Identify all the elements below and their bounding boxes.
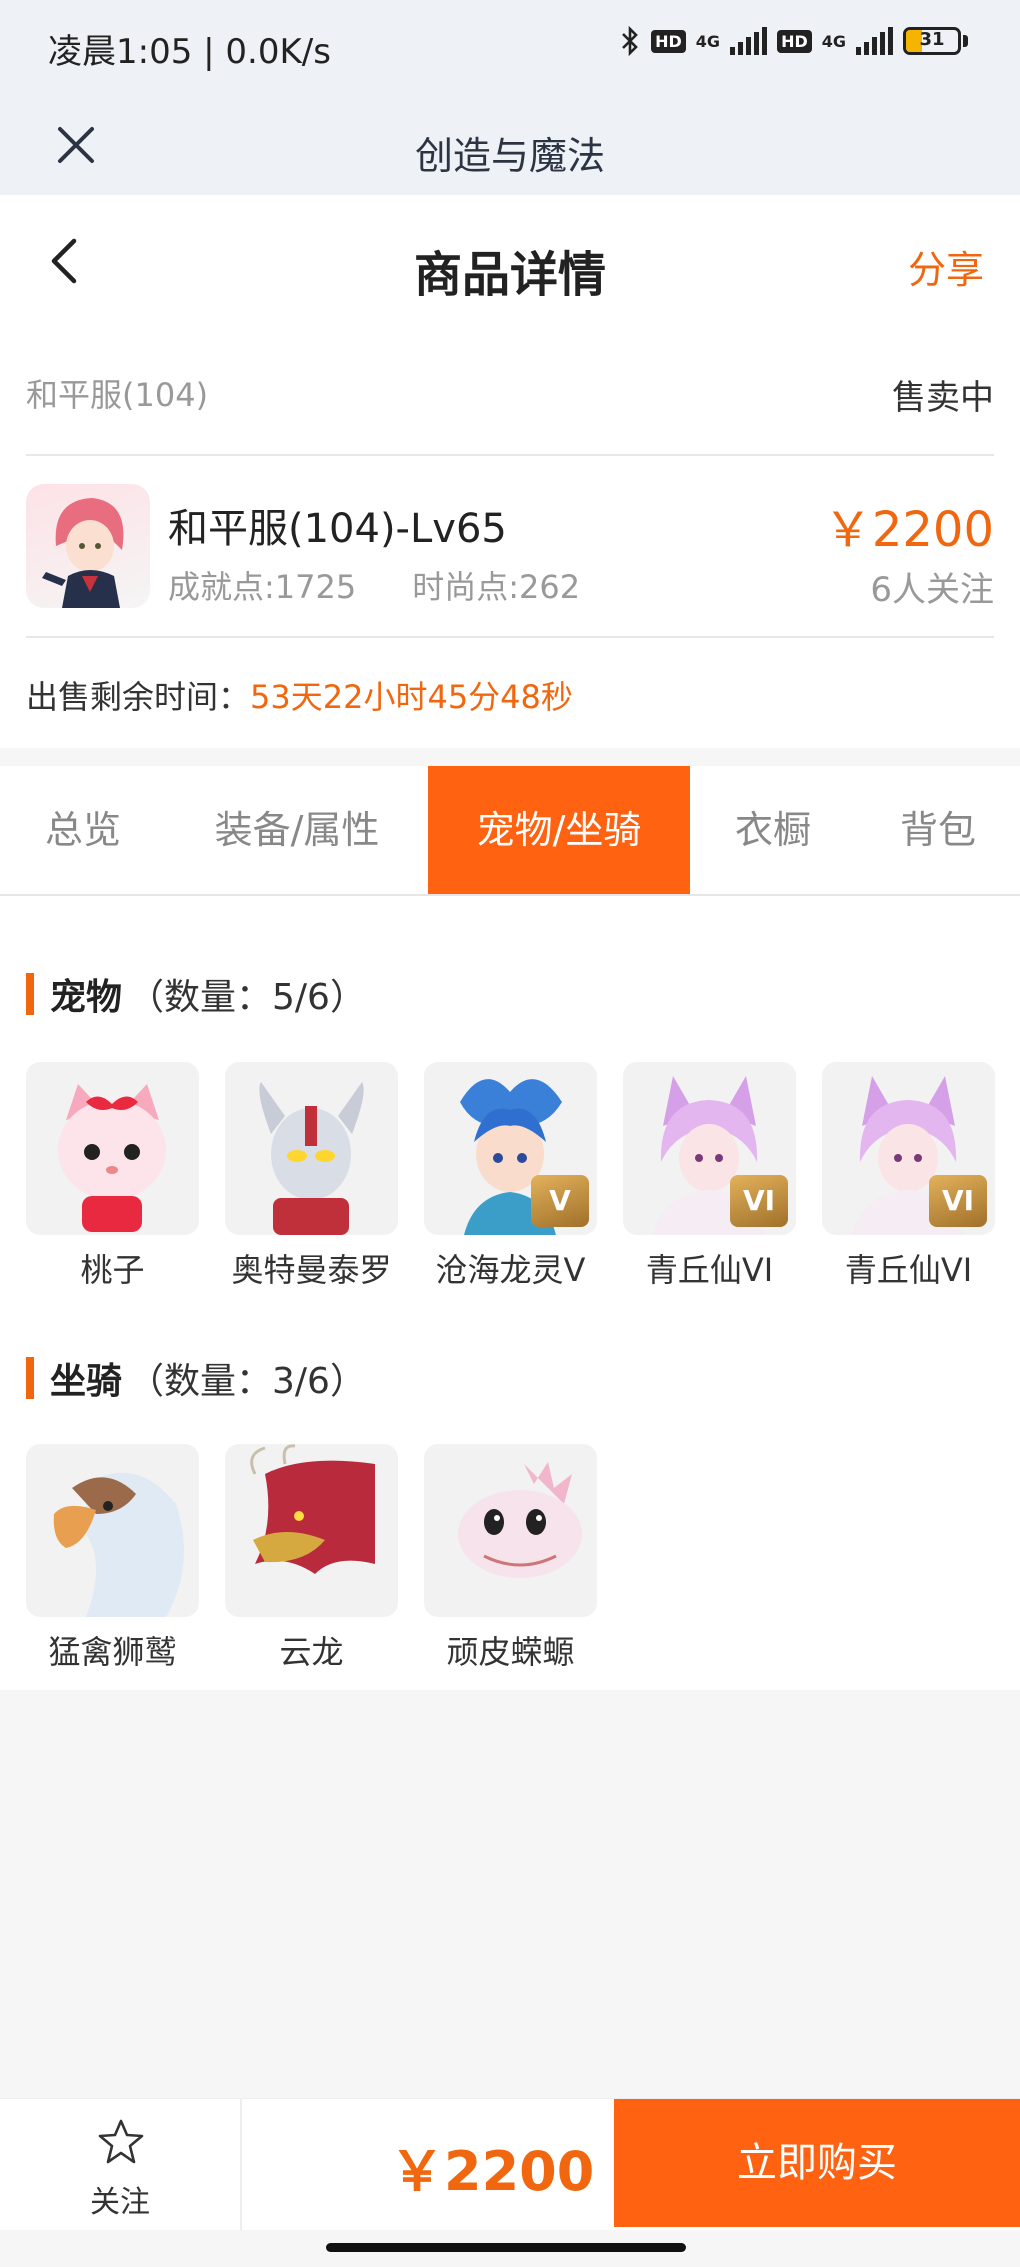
signal-icon-1	[730, 27, 768, 55]
pets-count: （数量：5/6）	[128, 977, 366, 1018]
product-name: 和平服(104)-Lv65	[168, 506, 507, 552]
pet-item[interactable]: V 沧海龙灵V	[424, 1062, 597, 1291]
pet-image: VI	[623, 1062, 796, 1235]
status-time: 凌晨1:05 | 0.0K/s	[48, 32, 331, 72]
hd-badge-1: HD	[651, 29, 686, 53]
tab-wardrobe[interactable]: 衣橱	[690, 766, 856, 894]
sale-status: 售卖中	[892, 378, 994, 418]
pet-name: 桃子	[80, 1251, 145, 1289]
battery-icon: 31	[903, 27, 968, 55]
pet-tier-badge: VI	[730, 1175, 788, 1227]
mount-item[interactable]: 云龙	[225, 1444, 398, 1673]
pet-image	[225, 1062, 398, 1235]
status-icons: HD 4G HD 4G 31	[619, 26, 968, 56]
product-price: ￥2200	[823, 502, 994, 558]
achievement-points: 成就点:1725	[168, 568, 357, 606]
mounts-grid: 猛禽狮鹫 云龙 顽皮蝾螈	[26, 1444, 597, 1673]
mount-image	[225, 1444, 398, 1617]
hd-badge-2: HD	[777, 29, 812, 53]
tab-equipment[interactable]: 装备/属性	[166, 766, 428, 894]
mounts-title: 坐骑	[50, 1361, 123, 1402]
mount-image	[424, 1444, 597, 1617]
pets-title: 宠物	[50, 977, 123, 1018]
pet-name: 青丘仙VI	[844, 1251, 973, 1289]
home-indicator[interactable]	[326, 2243, 686, 2252]
pet-item[interactable]: VI 青丘仙VI	[623, 1062, 796, 1291]
bottom-price: ￥2200	[390, 2140, 595, 2203]
status-bar: 凌晨1:05 | 0.0K/s HD 4G HD 4G 31	[0, 0, 1020, 95]
watcher-count: 6人关注	[870, 570, 994, 610]
fashion-points: 时尚点:262	[412, 568, 581, 606]
star-icon	[98, 2119, 144, 2164]
bluetooth-icon	[622, 26, 638, 56]
network-type-1: 4G	[695, 31, 721, 51]
remaining-time-label: 出售剩余时间：	[26, 678, 251, 716]
pet-name: 沧海龙灵V	[435, 1251, 586, 1289]
pets-mounts-panel: 宠物 （数量：5/6） 桃子 奥特曼泰罗 V 沧海龙灵V VI 青丘仙VI VI…	[0, 896, 1020, 1690]
follow-button[interactable]: 关注	[0, 2099, 242, 2231]
product-stats: 成就点:1725 时尚点:262	[168, 562, 580, 608]
pet-item[interactable]: 奥特曼泰罗	[225, 1062, 398, 1291]
remaining-time-value: 53天22小时45分48秒	[250, 678, 573, 716]
pet-name: 奥特曼泰罗	[231, 1251, 392, 1289]
app-title-bar: 创造与魔法	[0, 95, 1020, 195]
share-button[interactable]: 分享	[908, 239, 984, 294]
divider	[26, 454, 994, 456]
network-type-2: 4G	[821, 31, 846, 51]
mount-item[interactable]: 顽皮蝾螈	[424, 1444, 597, 1673]
pet-tier-badge: VI	[929, 1175, 987, 1227]
pet-name: 青丘仙VI	[645, 1251, 774, 1289]
tab-pets-mounts[interactable]: 宠物/坐骑	[428, 766, 690, 894]
mount-image	[26, 1444, 199, 1617]
tab-overview[interactable]: 总览	[0, 766, 166, 894]
mounts-count: （数量：3/6）	[128, 1361, 366, 1402]
page-header: 商品详情 分享	[0, 195, 1020, 330]
mount-name: 猛禽狮鹫	[48, 1633, 177, 1671]
remaining-time: 出售剩余时间：53天22小时45分48秒	[26, 672, 573, 718]
server-name: 和平服(104)	[26, 376, 209, 414]
pet-item[interactable]: VI 青丘仙VI	[822, 1062, 995, 1291]
pet-image: V	[424, 1062, 597, 1235]
bottom-action-bar: 关注 ￥2200 立即购买	[0, 2098, 1020, 2231]
page-title: 商品详情	[413, 247, 606, 303]
pet-item[interactable]: 桃子	[26, 1062, 199, 1291]
detail-tabs: 总览 装备/属性 宠物/坐骑 衣橱 背包	[0, 766, 1020, 896]
signal-icon-2	[856, 27, 893, 55]
mount-item[interactable]: 猛禽狮鹫	[26, 1444, 199, 1673]
app-title: 创造与魔法	[414, 134, 605, 178]
battery-level: 31	[919, 29, 945, 50]
mount-name: 云龙	[279, 1633, 344, 1671]
pets-section-title: 宠物 （数量：5/6）	[26, 968, 366, 1020]
mounts-section-title: 坐骑 （数量：3/6）	[26, 1352, 366, 1404]
pets-grid: 桃子 奥特曼泰罗 V 沧海龙灵V VI 青丘仙VI VI 青丘仙VI	[26, 1062, 995, 1291]
tab-backpack[interactable]: 背包	[856, 766, 1020, 894]
divider	[26, 636, 994, 638]
product-info-card: 和平服(104) 售卖中 和平服(104)-Lv65 成就点:1725 时尚点:…	[0, 330, 1020, 748]
pet-tier-badge: V	[531, 1175, 589, 1227]
buy-now-button[interactable]: 立即购买	[614, 2099, 1020, 2227]
character-avatar	[26, 484, 150, 608]
follow-label: 关注	[90, 2185, 150, 2220]
pet-image	[26, 1062, 199, 1235]
pet-image: VI	[822, 1062, 995, 1235]
mount-name: 顽皮蝾螈	[446, 1633, 575, 1671]
